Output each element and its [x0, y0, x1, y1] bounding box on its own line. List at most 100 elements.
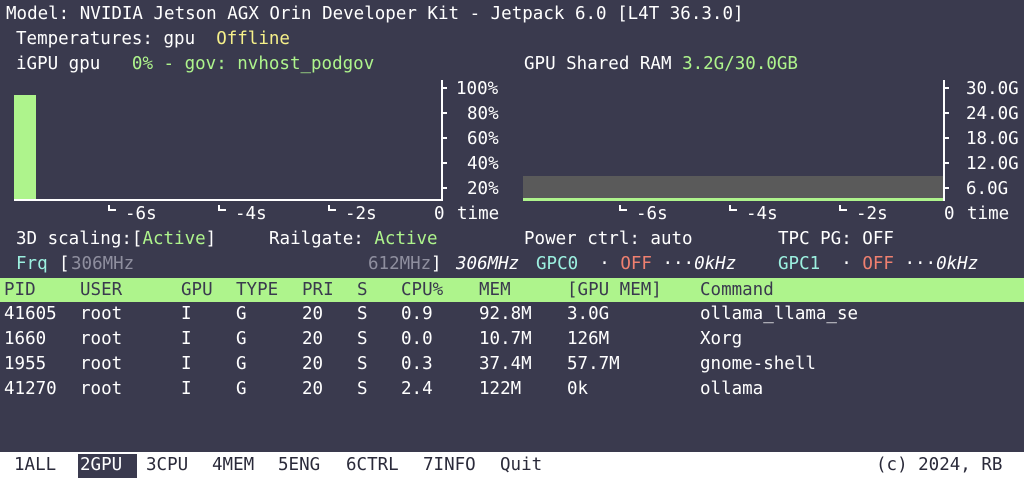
cell-type: G — [236, 354, 247, 374]
cell-user: root — [80, 329, 123, 349]
tab-gpu[interactable]: 2GPU — [80, 453, 122, 478]
cell-cpu: 0.0 — [401, 329, 433, 349]
right-chart-y-axis — [943, 80, 945, 201]
freq-label: Frq — [16, 254, 48, 274]
right-x-tick-mark — [839, 209, 847, 211]
cell-gpu: I — [181, 329, 192, 349]
railgate-status: Railgate: Active — [269, 227, 438, 252]
cell-pri: 20 — [302, 379, 324, 399]
col-command[interactable]: Command — [700, 278, 774, 303]
temperatures-label: Temperatures: gpu — [16, 29, 196, 49]
left-x-tick-label: -2s — [345, 204, 377, 224]
left-x-tick-mark — [328, 209, 336, 211]
gpc1-dots: ··· — [904, 254, 937, 274]
left-x-axis-label: time — [457, 204, 500, 224]
right-y-tick-mark — [943, 187, 949, 189]
quit-button[interactable]: Quit — [500, 453, 542, 478]
railgate-label: Railgate: — [269, 229, 364, 249]
cell-gpu-mem: 126M — [567, 329, 610, 349]
col-type[interactable]: TYPE — [236, 278, 278, 303]
scaling-status: 3D scaling:[Active] — [16, 227, 216, 252]
cell-gpu: I — [181, 379, 192, 399]
right-y-tick-label: 30.0G — [966, 79, 1019, 99]
col-cpu[interactable]: CPU% — [401, 278, 443, 303]
col-gpu[interactable]: GPU — [181, 278, 213, 303]
freq-min: 306MHz — [71, 254, 135, 274]
gpu-ram-line: GPU Shared RAM 3.2G/30.0GB — [524, 52, 798, 77]
col-mem[interactable]: MEM — [479, 278, 511, 303]
gpc1-freq: 0kHz — [936, 254, 979, 274]
cell-type: G — [236, 304, 247, 324]
tab-all[interactable]: 1ALL — [14, 453, 56, 478]
cell-command: Xorg — [700, 329, 743, 349]
left-y-tick-label: 80% — [467, 104, 499, 124]
left-y-tick-mark — [441, 137, 447, 139]
jtop-terminal: Model: NVIDIA Jetson AGX Orin Developer … — [0, 0, 1024, 480]
cell-mem: 122M — [479, 379, 522, 399]
gpu-ram-area — [523, 176, 943, 199]
right-x-tick-label: -4s — [746, 204, 778, 224]
cell-pid: 41605 — [4, 304, 57, 324]
gpc1-state: OFF — [862, 254, 894, 274]
freq-close-bracket: ] — [431, 254, 442, 274]
gpc0-freq: 0kHz — [694, 254, 737, 274]
left-y-tick-label: 100% — [456, 79, 499, 99]
cell-pri: 20 — [302, 304, 324, 324]
igpu-line: iGPU gpu 0% - gov: nvhost_podgov — [16, 52, 374, 77]
left-y-tick-mark — [441, 87, 447, 89]
right-y-tick-label: 24.0G — [966, 104, 1019, 124]
tab-info[interactable]: 7INFO — [423, 453, 476, 478]
gpu-ram-value: 3.2G/30.0GB — [682, 54, 798, 74]
cell-state: S — [357, 354, 368, 374]
scaling-bracket: ] — [205, 229, 217, 249]
tab-mem[interactable]: 4MEM — [212, 453, 254, 478]
freq-max: 612MHz — [368, 254, 432, 274]
cell-state: S — [357, 379, 368, 399]
left-chart-y-axis — [441, 80, 443, 201]
tab-eng[interactable]: 5ENG — [278, 453, 320, 478]
right-x-tick-label: 0 — [944, 204, 955, 224]
cell-pid: 1955 — [4, 354, 47, 374]
gpc1-status: GPC1 · OFF ···0kHz — [778, 252, 978, 277]
right-x-axis-label: time — [967, 204, 1010, 224]
temperatures-value: Offline — [216, 29, 290, 49]
gpc0-status: GPC0 · OFF ···0kHz — [536, 252, 736, 277]
cell-pri: 20 — [302, 354, 324, 374]
cell-gpu-mem: 3.0G — [567, 304, 610, 324]
cell-gpu-mem: 57.7M — [567, 354, 620, 374]
col-user[interactable]: USER — [80, 278, 122, 303]
left-x-tick-mark — [108, 209, 116, 211]
cell-state: S — [357, 329, 368, 349]
cell-cpu: 0.3 — [401, 354, 433, 374]
temperatures-line: Temperatures: gpu Offline — [16, 27, 290, 52]
right-x-tick-label: -2s — [856, 204, 888, 224]
scaling-label: 3D scaling:[ — [16, 229, 143, 249]
cell-gpu-mem: 0k — [567, 379, 589, 399]
left-y-tick-label: 40% — [467, 154, 499, 174]
col-pri[interactable]: PRI — [302, 278, 334, 303]
cell-user: root — [80, 304, 123, 324]
tab-cpu[interactable]: 3CPU — [146, 453, 188, 478]
tab-ctrl[interactable]: 6CTRL — [346, 453, 399, 478]
cell-mem: 10.7M — [479, 329, 532, 349]
right-x-tick-mark — [619, 209, 627, 211]
right-y-tick-label: 18.0G — [966, 129, 1019, 149]
left-x-tick-label: -4s — [235, 204, 267, 224]
col-state[interactable]: S — [357, 278, 368, 303]
power-ctrl: Power ctrl: auto — [524, 229, 693, 249]
left-x-tick-mark — [218, 209, 226, 211]
cell-mem: 37.4M — [479, 354, 532, 374]
right-x-tick-label: -6s — [636, 204, 668, 224]
scaling-value: Active — [142, 229, 206, 249]
gpc0-dots: ··· — [662, 254, 695, 274]
col-pid[interactable]: PID — [4, 278, 36, 303]
cell-user: root — [80, 354, 123, 374]
left-x-tick-label: 0 — [434, 204, 445, 224]
freq-open-bracket: [ — [59, 254, 70, 274]
col-gpu-mem[interactable]: [GPU MEM] — [567, 278, 662, 303]
cell-type: G — [236, 379, 247, 399]
cell-cpu: 0.9 — [401, 304, 433, 324]
left-y-tick-label: 20% — [467, 179, 499, 199]
cell-pri: 20 — [302, 329, 324, 349]
cell-pid: 41270 — [4, 379, 57, 399]
